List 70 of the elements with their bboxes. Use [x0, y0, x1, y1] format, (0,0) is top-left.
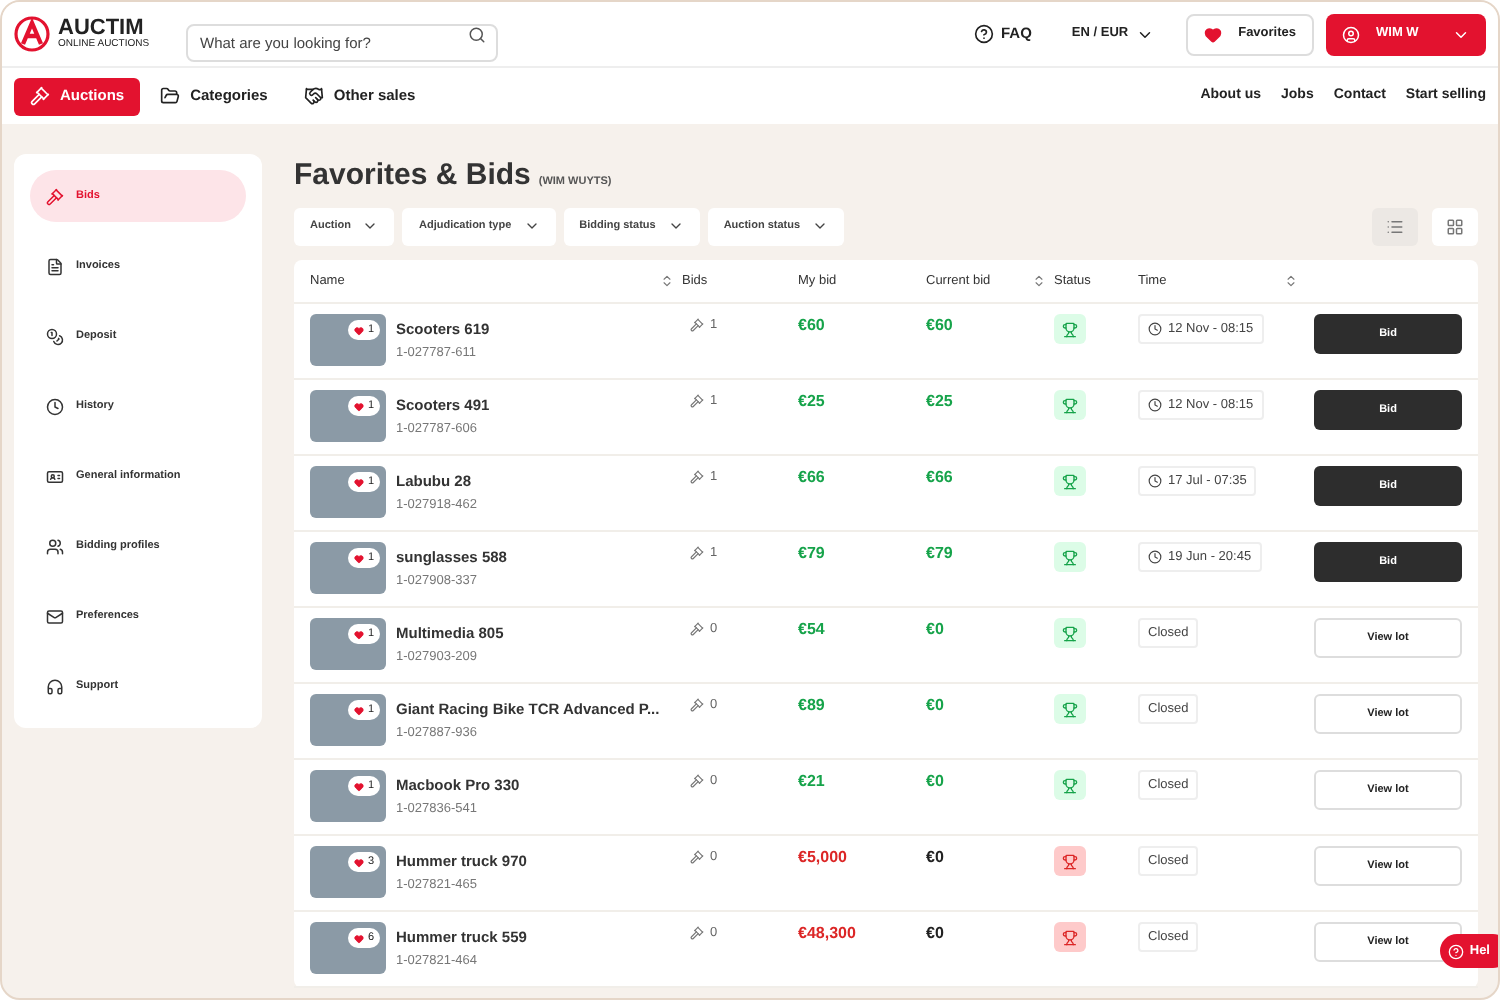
my-bid: €54 [798, 618, 827, 642]
heart-icon [353, 629, 364, 639]
mail-icon [46, 607, 64, 625]
heart-icon [353, 401, 364, 411]
page-title: Favorites & Bids [294, 156, 531, 196]
gavel-icon [690, 850, 704, 865]
view-toggle-button[interactable] [1372, 207, 1418, 245]
current-bid: €0 [926, 846, 946, 870]
clock-icon [1148, 398, 1162, 412]
gavel-icon [690, 470, 704, 485]
heart-icon [353, 553, 364, 563]
current-bid: €0 [926, 770, 946, 794]
gavel-icon [690, 622, 704, 637]
current-bid: €79 [926, 542, 955, 566]
grid-icon [1446, 217, 1464, 235]
heart-icon [353, 705, 364, 715]
clock-icon [1148, 550, 1162, 564]
gavel-icon [46, 187, 64, 205]
gavel-icon [690, 546, 704, 561]
heart-icon [353, 933, 364, 943]
document-icon [46, 257, 64, 275]
gavel-icon [690, 698, 704, 713]
list-icon [1386, 217, 1404, 235]
current-bid: €0 [926, 922, 946, 946]
current-bid: €25 [926, 390, 955, 414]
users-icon [46, 537, 64, 555]
id-card-icon [46, 467, 64, 485]
brand-name: AUCTIM [58, 18, 144, 40]
current-bid: €0 [926, 694, 946, 718]
folder-icon [160, 86, 181, 106]
gavel-icon [690, 774, 704, 789]
clock-icon [1148, 322, 1162, 336]
my-bid: €89 [798, 694, 827, 718]
current-bid: €0 [926, 618, 946, 642]
user-icon [1342, 25, 1360, 43]
my-bid: €21 [798, 770, 827, 794]
chevron-down-icon [812, 218, 829, 234]
gavel-icon [690, 394, 704, 409]
logo-icon [14, 16, 50, 52]
gavel-icon [690, 318, 704, 333]
clock-icon [46, 397, 64, 415]
sort-icon [1284, 274, 1298, 288]
my-bid: €79 [798, 542, 827, 566]
heart-icon [353, 781, 364, 791]
heart-icon [353, 325, 364, 335]
my-bid: €66 [798, 466, 827, 490]
sort-icon [660, 274, 674, 288]
chevron-down-icon [523, 218, 540, 234]
my-bid: €25 [798, 390, 827, 414]
my-bid: €5,000 [798, 846, 849, 870]
chevron-down-icon [362, 218, 379, 234]
current-bid: €66 [926, 466, 955, 490]
heart-icon [1204, 25, 1223, 43]
handshake-icon [303, 86, 324, 106]
clock-icon [1148, 474, 1162, 488]
gavel-icon [690, 926, 704, 941]
help-circle-icon [973, 24, 993, 44]
sort-icon [1032, 274, 1046, 288]
current-bid: €60 [926, 314, 955, 338]
help-circle-icon [1447, 943, 1464, 959]
heart-icon [353, 477, 364, 487]
search-icon [468, 25, 486, 43]
gavel-icon [30, 86, 50, 106]
my-bid: €48,300 [798, 922, 858, 946]
view-toggle-button[interactable] [1432, 207, 1478, 245]
coins-icon [46, 327, 64, 345]
heart-icon [353, 857, 364, 867]
headphones-icon [46, 677, 64, 695]
chevron-down-icon [667, 218, 684, 234]
my-bid: €60 [798, 314, 827, 338]
